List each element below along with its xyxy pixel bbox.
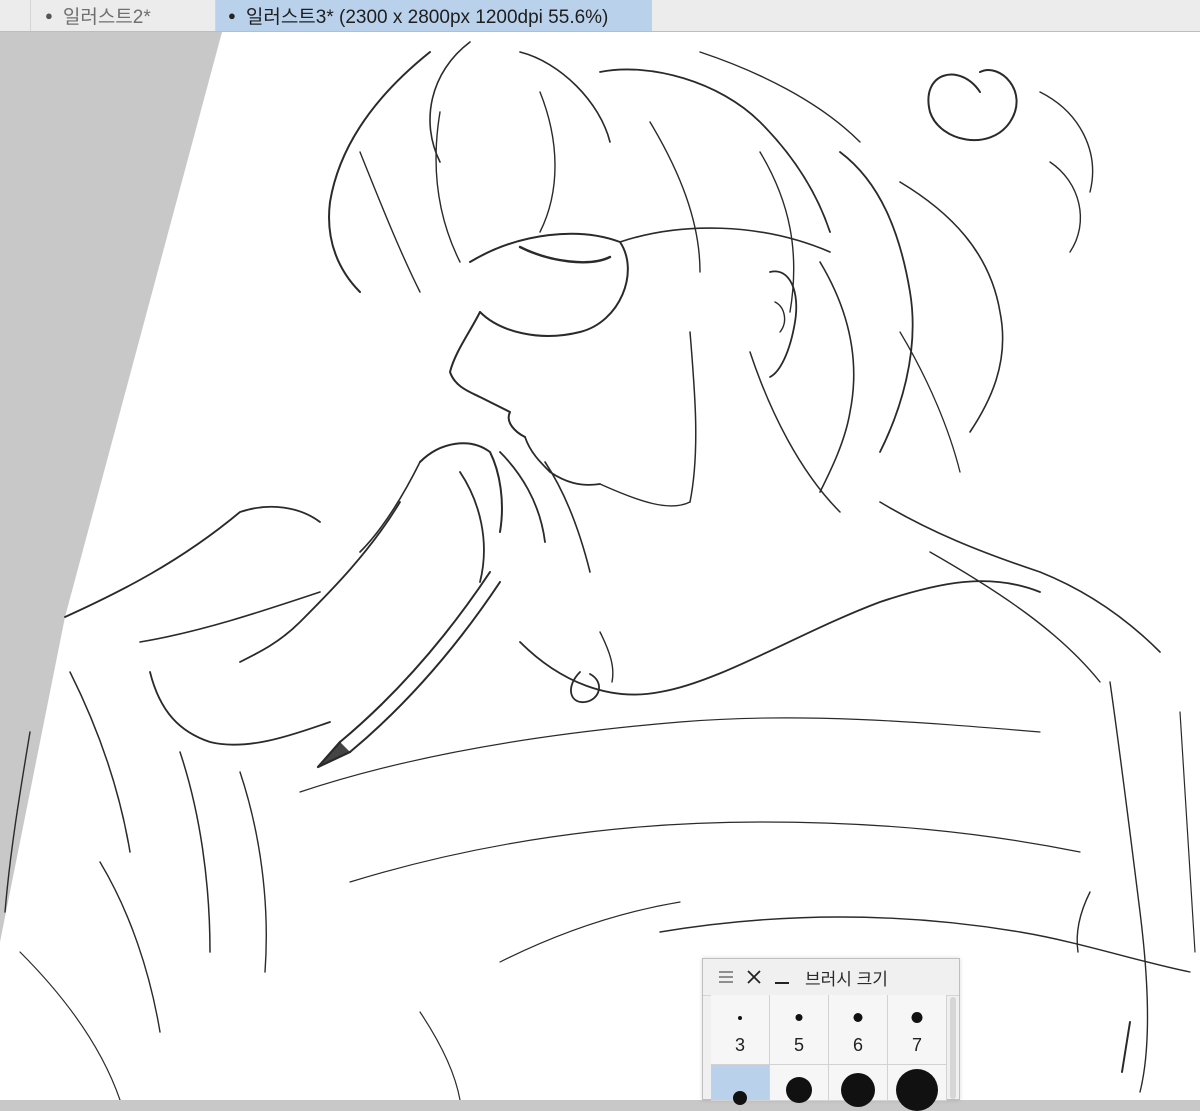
canvas-area[interactable] xyxy=(0,32,1200,1100)
brush-dot-icon xyxy=(896,1069,938,1111)
drawing-canvas[interactable] xyxy=(0,32,1200,1100)
close-icon[interactable] xyxy=(743,966,765,988)
palette-header: 브러시 크기 xyxy=(703,959,959,996)
brush-size-cell[interactable]: 6 xyxy=(829,995,888,1065)
tab-label: 일러스트2* xyxy=(62,7,151,28)
brush-size-cell[interactable] xyxy=(888,1065,947,1111)
document-tab-bar: ● 일러스트2* ● 일러스트3* (2300 x 2800px 1200dpi… xyxy=(0,0,1200,32)
brush-size-label: 5 xyxy=(793,1035,804,1055)
brush-dot-icon xyxy=(733,1091,747,1105)
unsaved-dot-icon: ● xyxy=(228,8,236,23)
brush-size-label: 3 xyxy=(734,1035,745,1055)
unsaved-dot-icon: ● xyxy=(45,8,53,23)
minimize-icon[interactable] xyxy=(771,966,793,988)
palette-title: 브러시 크기 xyxy=(805,969,888,989)
brush-dot-icon xyxy=(738,1016,742,1020)
brush-dot-icon xyxy=(911,1012,923,1023)
brush-dot-icon xyxy=(786,1077,812,1103)
brush-size-label: 6 xyxy=(852,1035,863,1055)
brush-dot-icon xyxy=(841,1073,875,1107)
brush-size-grid: 3 5 6 7 xyxy=(711,995,947,1111)
brush-size-palette: 브러시 크기 3 5 6 7 xyxy=(702,958,960,1111)
brush-size-cell[interactable] xyxy=(829,1065,888,1107)
brush-dot-icon xyxy=(853,1013,863,1022)
brush-dot-icon xyxy=(795,1014,803,1021)
brush-size-cell-selected[interactable] xyxy=(711,1065,770,1105)
brush-size-label: 7 xyxy=(911,1035,922,1055)
palette-scrollbar[interactable] xyxy=(950,997,956,1099)
brush-size-cell[interactable]: 3 xyxy=(711,995,770,1065)
brush-size-cell[interactable]: 7 xyxy=(888,995,947,1065)
tab-illust2[interactable]: ● 일러스트2* xyxy=(30,0,216,31)
brush-size-cell[interactable]: 5 xyxy=(770,995,829,1065)
brush-size-cell[interactable] xyxy=(770,1065,829,1103)
tab-illust3[interactable]: ● 일러스트3* (2300 x 2800px 1200dpi 55.6%) xyxy=(216,0,652,31)
tab-label: 일러스트3* (2300 x 2800px 1200dpi 55.6%) xyxy=(245,7,609,28)
hamburger-icon[interactable] xyxy=(715,966,737,988)
